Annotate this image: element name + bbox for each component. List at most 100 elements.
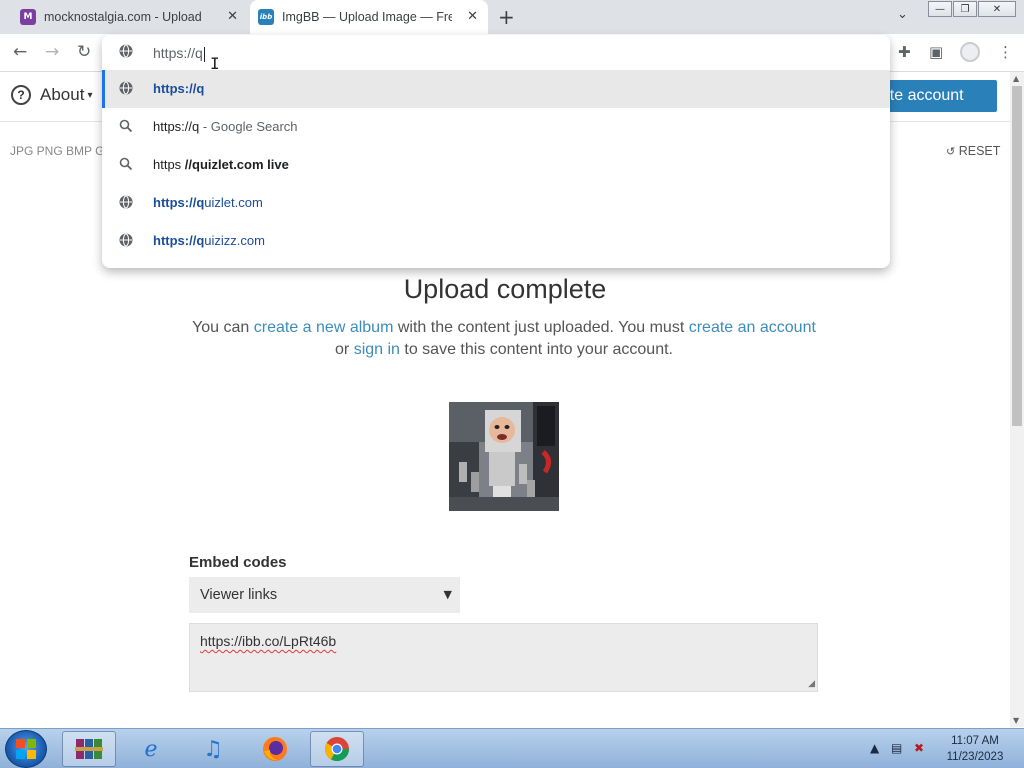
internet-explorer-icon: ℯ: [144, 736, 158, 762]
music-note-icon: ♫: [203, 736, 223, 762]
suggestion-text-part: https: [153, 157, 185, 172]
suggestion-text-part: https://q: [153, 195, 205, 210]
message-text: You can: [192, 319, 254, 336]
suggestion-text: https://q: [153, 81, 204, 96]
network-icon[interactable]: ▤: [891, 741, 902, 755]
minimize-button[interactable]: —: [928, 1, 952, 17]
text-caret: [203, 46, 205, 62]
search-icon: [119, 157, 133, 171]
supported-formats: JPG PNG BMP G: [10, 144, 105, 158]
restore-button[interactable]: ❐: [953, 1, 977, 17]
clock-date: 11/23/2023: [946, 751, 1004, 763]
embed-code-value: https://ibb.co/LpRt46b: [200, 633, 337, 649]
new-tab-button[interactable]: +: [498, 5, 515, 29]
side-panel-icon[interactable]: ▣: [929, 43, 943, 61]
embed-type-select[interactable]: Viewer links ▼: [189, 577, 460, 613]
chevron-down-icon: ▼: [443, 588, 452, 601]
close-tab-icon[interactable]: ✕: [227, 9, 238, 24]
about-menu[interactable]: ? About ▾: [11, 85, 92, 105]
suggestion-text-part: https://q: [153, 119, 200, 134]
tab-search-icon[interactable]: ⌄: [897, 7, 908, 22]
caret-down-icon: ▾: [87, 89, 93, 101]
tab-imgbb[interactable]: ibb ImgBB — Upload Image — Free ✕: [250, 0, 488, 34]
reload-button[interactable]: ↻: [77, 42, 91, 62]
back-button[interactable]: ←: [13, 42, 27, 62]
create-album-link[interactable]: create a new album: [254, 319, 394, 336]
uploaded-image: [449, 402, 559, 511]
clock[interactable]: 11:07 AM 11/23/2023: [940, 733, 1010, 765]
suggestion-text: https://quizizz.com: [153, 233, 265, 248]
profile-avatar[interactable]: [960, 42, 980, 62]
globe-icon: [119, 195, 133, 209]
firefox-icon: [263, 737, 287, 761]
chrome-icon: [324, 737, 349, 762]
suggestion-text-part: uizlet.com: [204, 195, 263, 210]
embed-code-textarea[interactable]: https://ibb.co/LpRt46b ◢: [189, 623, 818, 692]
menu-kebab-icon[interactable]: ⋮: [998, 43, 1013, 61]
suggestion-text: https://quizlet.com: [153, 195, 263, 210]
resize-handle-icon[interactable]: ◢: [808, 679, 815, 689]
taskbar: ℯ ♫ ▲ ▤ ✖ 11:07 AM 11/23/2023: [0, 728, 1024, 768]
suggestion-text-part: https://q: [153, 81, 205, 96]
windows-logo-icon: [16, 739, 36, 759]
taskbar-itunes[interactable]: ♫: [186, 731, 240, 767]
close-icon: ✕: [992, 3, 1002, 15]
tab-strip: M mocknostalgia.com - Upload ✕ ibb ImgBB…: [0, 0, 1024, 34]
page-scrollbar[interactable]: ▲ ▼: [1010, 72, 1024, 727]
restore-icon: ❐: [960, 3, 970, 15]
globe-icon: [119, 44, 133, 58]
suggestion-text-part: uizlet.com live: [199, 157, 289, 172]
scrollbar-thumb[interactable]: [1012, 86, 1022, 426]
omnibox-suggestion[interactable]: https //quizlet.com live: [102, 146, 890, 184]
mocknostalgia-favicon-icon: M: [20, 9, 36, 25]
close-tab-icon[interactable]: ✕: [467, 9, 478, 24]
uploaded-image-thumbnail[interactable]: [449, 402, 559, 511]
tab-mocknostalgia[interactable]: M mocknostalgia.com - Upload ✕: [0, 0, 248, 34]
omnibox-dropdown: https://q I https://q https://q - Google …: [102, 35, 890, 268]
archive-icon: [75, 739, 103, 759]
taskbar-chrome[interactable]: [310, 731, 364, 767]
omnibox-suggestion[interactable]: https://quizizz.com: [102, 222, 890, 260]
tab-title: ImgBB — Upload Image — Free: [282, 10, 452, 24]
address-text: https://q: [153, 45, 203, 61]
show-hidden-icons-icon[interactable]: ▲: [870, 741, 879, 755]
suggestion-text-part: //q: [184, 157, 200, 172]
tab-title: mocknostalgia.com - Upload: [44, 10, 202, 24]
scroll-up-icon[interactable]: ▲: [1013, 74, 1019, 83]
embed-codes-label: Embed codes: [189, 554, 287, 571]
omnibox-suggestion[interactable]: https://q - Google Search: [102, 108, 890, 146]
search-icon: [119, 119, 133, 133]
scroll-down-icon[interactable]: ▼: [1013, 716, 1019, 725]
upload-complete-title: Upload complete: [403, 274, 607, 304]
address-input[interactable]: https://q: [153, 45, 205, 62]
about-label: About: [40, 85, 85, 104]
address-bar[interactable]: https://q I: [102, 35, 890, 73]
message-text: or: [335, 341, 354, 358]
reset-button[interactable]: ↺ RESET: [946, 144, 1000, 158]
start-button[interactable]: [5, 730, 47, 768]
suggestion-text-part: uizizz.com: [204, 233, 265, 248]
extensions-puzzle-icon[interactable]: ✚: [898, 43, 911, 61]
globe-icon: [119, 81, 133, 95]
reset-icon: ↺: [946, 145, 956, 158]
message-text: to save this content into your account.: [399, 341, 673, 358]
taskbar-firefox[interactable]: [248, 731, 302, 767]
taskbar-winrar[interactable]: [62, 731, 116, 767]
forward-button[interactable]: →: [45, 42, 59, 62]
suggestion-text-part: - Google Search: [199, 119, 298, 134]
create-account-link[interactable]: create an account: [689, 319, 816, 336]
minimize-icon: —: [935, 3, 945, 15]
imgbb-favicon-icon: ibb: [258, 9, 274, 25]
sign-in-link[interactable]: sign in: [354, 341, 400, 358]
taskbar-internet-explorer[interactable]: ℯ: [124, 731, 178, 767]
omnibox-suggestion[interactable]: https://quizlet.com: [102, 184, 890, 222]
message-text: with the content just uploaded. You must: [393, 319, 689, 336]
volume-muted-icon[interactable]: ✖: [914, 741, 924, 755]
suggestion-text: https //quizlet.com live: [153, 157, 289, 172]
help-circle-icon: ?: [11, 85, 31, 105]
close-window-button[interactable]: ✕: [978, 1, 1016, 17]
reset-label: RESET: [958, 144, 1001, 158]
suggestion-text: https://q - Google Search: [153, 119, 298, 134]
embed-select-value: Viewer links: [200, 587, 278, 603]
omnibox-suggestion[interactable]: https://q: [102, 70, 890, 108]
